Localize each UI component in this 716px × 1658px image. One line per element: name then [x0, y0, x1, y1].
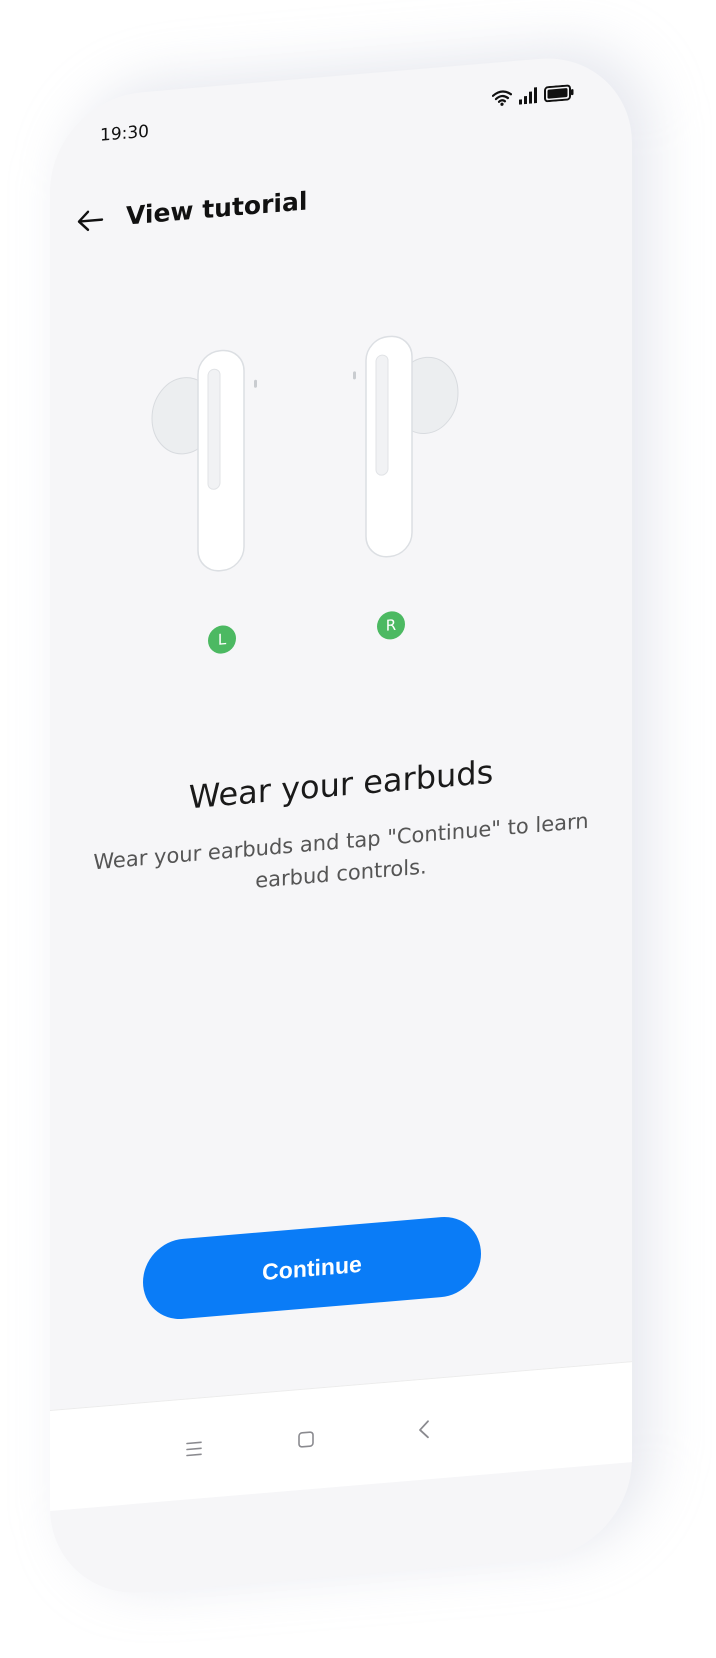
status-time: 19:30 [100, 121, 149, 146]
left-earbud-image [148, 337, 268, 601]
battery-icon [544, 84, 574, 107]
nav-menu-button[interactable] [174, 1431, 214, 1470]
wifi-icon [491, 89, 513, 111]
navigation-bar [50, 1361, 632, 1511]
back-button[interactable] [72, 203, 108, 242]
signal-icon [518, 87, 538, 109]
screen: 19:30 View tutorial L R Wear your earbud… [0, 0, 716, 1658]
continue-button[interactable]: Continue [143, 1213, 481, 1323]
nav-home-button[interactable] [286, 1422, 326, 1461]
nav-back-button[interactable] [404, 1412, 444, 1451]
menu-icon [185, 1440, 203, 1462]
status-icons [491, 84, 574, 111]
home-icon [297, 1430, 315, 1454]
phone-frame: 19:30 View tutorial L R Wear your earbud… [50, 51, 632, 1601]
earbuds-illustration [50, 286, 632, 675]
page-title: View tutorial [126, 186, 308, 231]
back-arrow-icon [76, 208, 104, 236]
back-icon [417, 1419, 431, 1444]
right-earbud-image [342, 320, 462, 584]
